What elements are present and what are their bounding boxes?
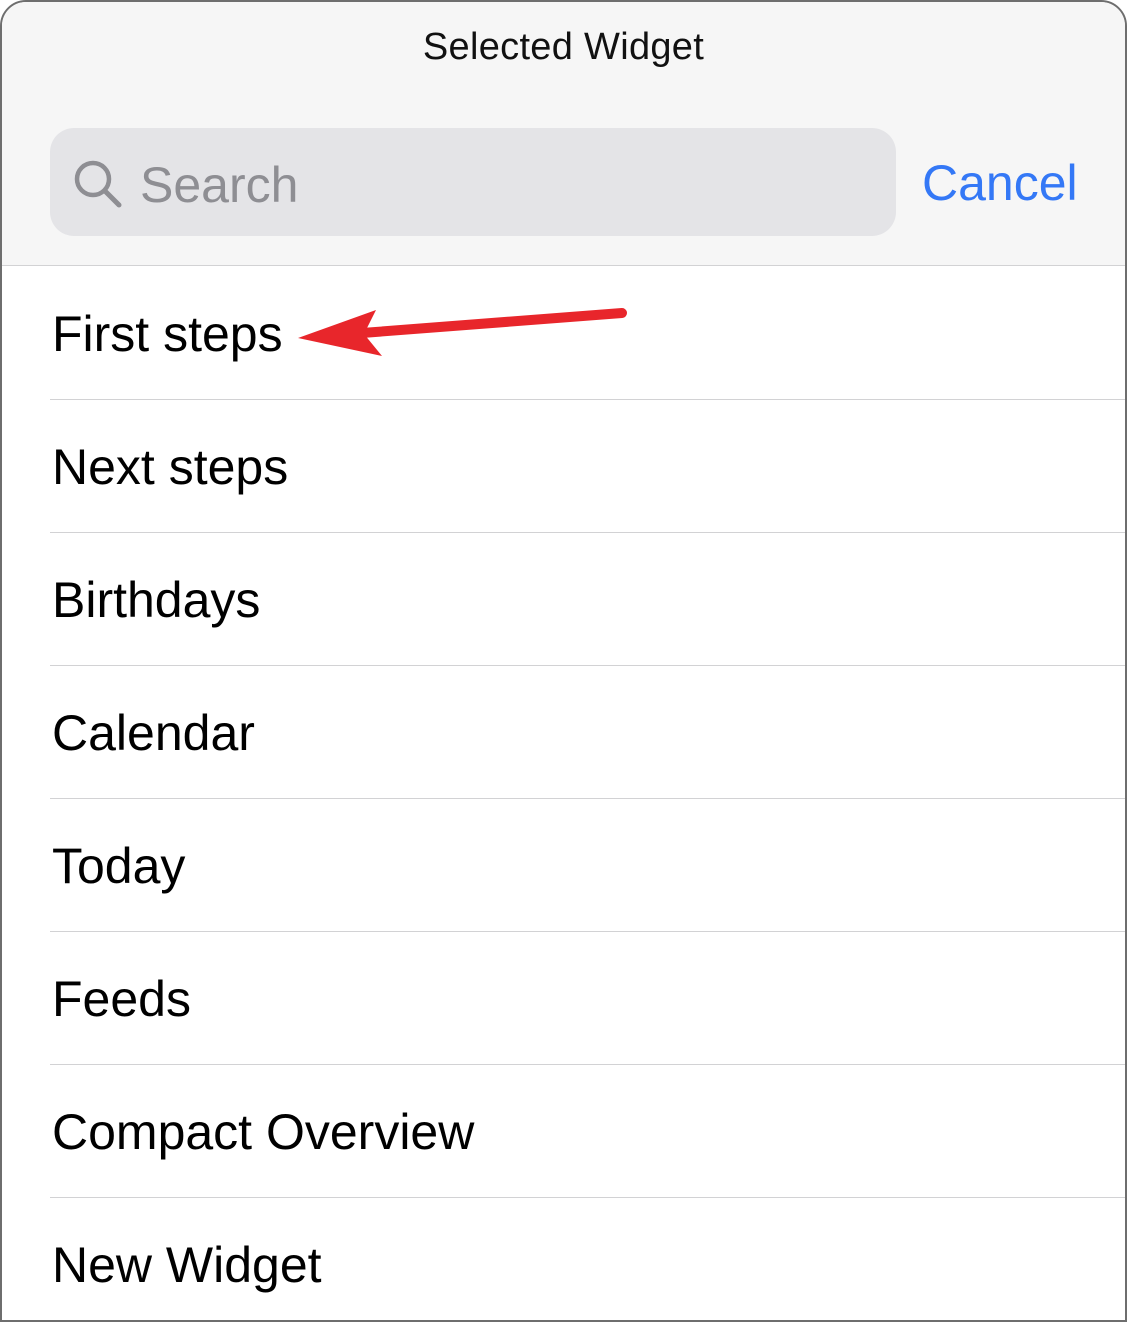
- list-item-label: Next steps: [52, 438, 289, 495]
- sheet-header: Selected Widget Search Cancel: [2, 2, 1125, 266]
- list-item-label: Compact Overview: [52, 1103, 475, 1160]
- search-icon: [74, 160, 122, 208]
- search-input[interactable]: Search: [50, 128, 896, 236]
- list-item-compact-overview[interactable]: Compact Overview: [2, 1065, 1125, 1198]
- list-item-first-steps[interactable]: First steps: [2, 267, 1125, 400]
- list-item-label: Feeds: [52, 970, 191, 1027]
- cancel-button[interactable]: Cancel: [922, 154, 1078, 212]
- list-item-next-steps[interactable]: Next steps: [2, 400, 1125, 533]
- list-item-today[interactable]: Today: [2, 799, 1125, 932]
- list-item-label: Calendar: [52, 704, 255, 761]
- widget-picker-sheet: Selected Widget Search Cancel First step…: [0, 0, 1127, 1322]
- list-item-calendar[interactable]: Calendar: [2, 666, 1125, 799]
- list-item-label: First steps: [52, 305, 283, 362]
- list-item-birthdays[interactable]: Birthdays: [2, 533, 1125, 666]
- search-placeholder: Search: [140, 157, 299, 213]
- list-item-label: Today: [52, 837, 186, 894]
- list-item-new-widget[interactable]: New Widget: [2, 1198, 1125, 1320]
- page-title: Selected Widget: [422, 26, 705, 68]
- list-item-label: New Widget: [52, 1236, 322, 1293]
- widget-list: First steps Next steps Birthdays Calenda…: [2, 267, 1125, 1320]
- list-item-label: Birthdays: [52, 571, 261, 628]
- list-item-feeds[interactable]: Feeds: [2, 932, 1125, 1065]
